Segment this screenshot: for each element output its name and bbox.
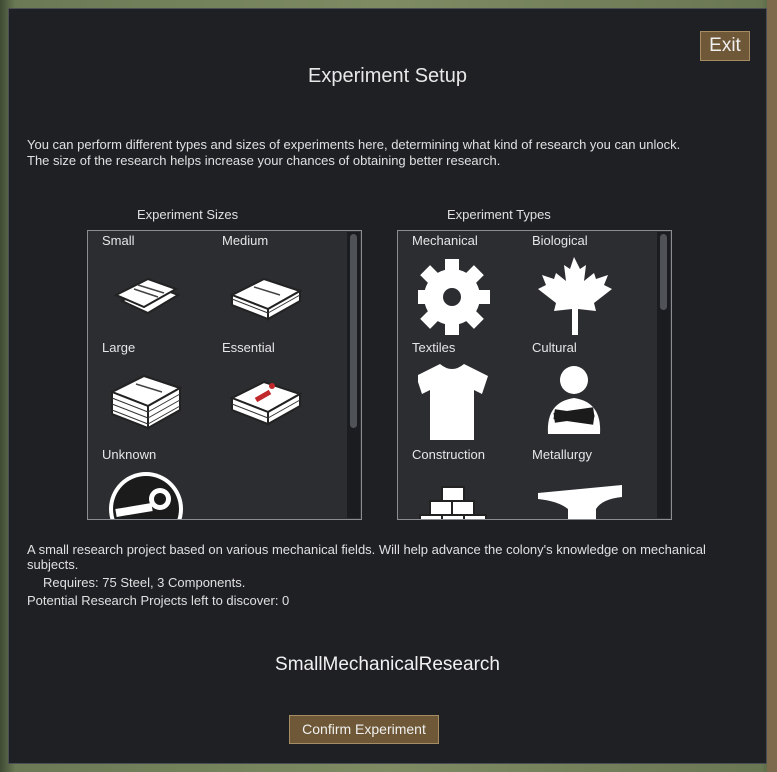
intro-text: You can perform different types and size… [27,137,767,169]
type-metallurgy-label: Metallurgy [532,447,592,462]
sizes-scrollbar[interactable] [347,232,360,518]
types-scrollbar-thumb[interactable] [660,234,667,310]
remaining-projects-text: Potential Research Projects left to disc… [27,593,290,608]
confirm-experiment-button[interactable]: Confirm Experiment [289,715,439,744]
size-small[interactable]: Small [102,233,222,340]
size-medium[interactable]: Medium [222,233,342,340]
map-background-right [767,0,777,772]
type-biological[interactable]: Biological [532,233,652,340]
type-cultural[interactable]: Cultural [532,340,652,447]
requirements-text: Requires: 75 Steel, 3 Components. [43,575,246,590]
medium-papers-icon [229,277,303,321]
types-heading: Experiment Types [447,207,551,222]
leaf-icon [538,257,612,335]
person-icon [547,366,601,434]
sizes-list[interactable]: Small Medium Large Essential Unknown [87,230,362,520]
large-papers-icon [109,374,183,430]
types-list[interactable]: Mechanical Biological Textiles Cultural … [397,230,672,520]
selected-project-name: SmallMechanicalResearch [275,654,500,675]
experiment-setup-dialog: Experiment Setup Exit You can perform di… [8,8,767,764]
type-mechanical[interactable]: Mechanical [412,233,532,340]
type-mechanical-label: Mechanical [412,233,478,248]
small-papers-icon [113,277,181,315]
size-essential[interactable]: Essential [222,340,342,447]
gear-icon [418,259,490,335]
intro-line-1: You can perform different types and size… [27,137,681,152]
type-construction-label: Construction [412,447,485,462]
bricks-icon [419,486,487,519]
intro-line-2: The size of the research helps increase … [27,153,501,168]
size-small-label: Small [102,233,135,248]
size-essential-label: Essential [222,340,275,355]
type-metallurgy[interactable]: Metallurgy [532,447,652,519]
size-large-label: Large [102,340,136,355]
essential-papers-icon [229,380,303,426]
sizes-scrollbar-thumb[interactable] [350,234,357,428]
dialog-title: Experiment Setup [308,65,467,87]
size-large[interactable]: Large [102,340,222,447]
type-construction[interactable]: Construction [412,447,532,519]
type-biological-label: Biological [532,233,588,248]
size-unknown[interactable]: Unknown [102,447,222,519]
shirt-icon [418,364,488,440]
unknown-icon [109,472,183,519]
type-textiles[interactable]: Textiles [412,340,532,447]
type-cultural-label: Cultural [532,340,577,355]
exit-button[interactable]: Exit [700,31,750,61]
types-scrollbar[interactable] [657,232,670,518]
anvil-icon [538,485,622,519]
size-unknown-label: Unknown [102,447,157,462]
sizes-heading: Experiment Sizes [137,207,239,222]
experiment-description: A small research project based on variou… [27,542,706,572]
type-textiles-label: Textiles [412,340,456,355]
size-medium-label: Medium [222,233,269,248]
